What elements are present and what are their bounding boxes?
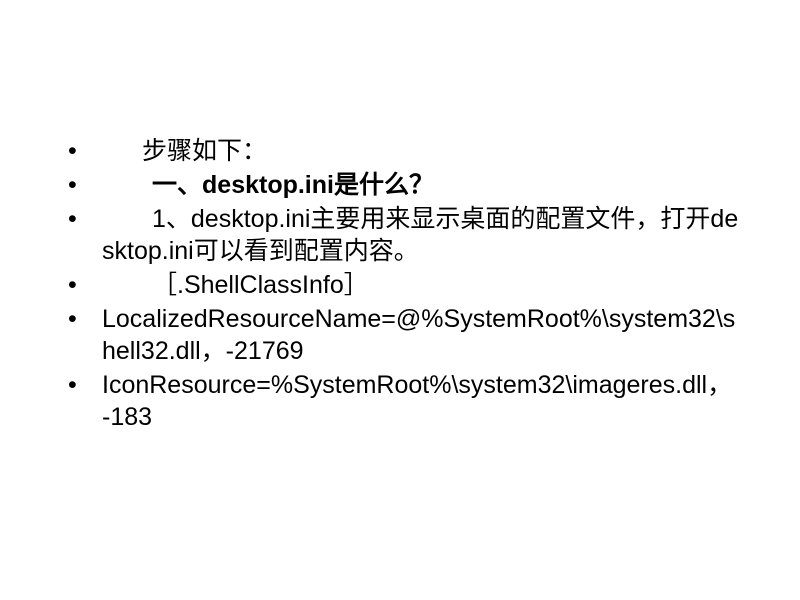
item-prefix: 1、 bbox=[152, 205, 191, 233]
list-item: 一、desktop.ini是什么？ bbox=[60, 169, 740, 201]
list-item: ［.ShellClassInfo］ bbox=[60, 269, 740, 301]
list-item: LocalizedResourceName=@%SystemRoot%\syst… bbox=[60, 303, 740, 367]
item-text: IconResource=%SystemRoot%\system32\image… bbox=[102, 371, 732, 431]
item-text: 步骤如下： bbox=[142, 137, 267, 165]
item-text: ［.ShellClassInfo］ bbox=[152, 271, 369, 299]
item-text: LocalizedResourceName=@%SystemRoot%\syst… bbox=[102, 305, 735, 365]
item-text: desktop.ini是什么？ bbox=[202, 171, 434, 199]
item-text: desktop.ini主要用来显示桌面的配置文件，打开desktop.ini可以… bbox=[102, 205, 738, 265]
list-item: 步骤如下： bbox=[60, 135, 740, 167]
list-item: 1、desktop.ini主要用来显示桌面的配置文件，打开desktop.ini… bbox=[60, 203, 740, 267]
slide: 步骤如下： 一、desktop.ini是什么？ 1、desktop.ini主要用… bbox=[0, 0, 800, 600]
list-item: IconResource=%SystemRoot%\system32\image… bbox=[60, 369, 740, 433]
item-prefix: 一、 bbox=[152, 171, 202, 199]
bullet-list: 步骤如下： 一、desktop.ini是什么？ 1、desktop.ini主要用… bbox=[60, 135, 740, 433]
